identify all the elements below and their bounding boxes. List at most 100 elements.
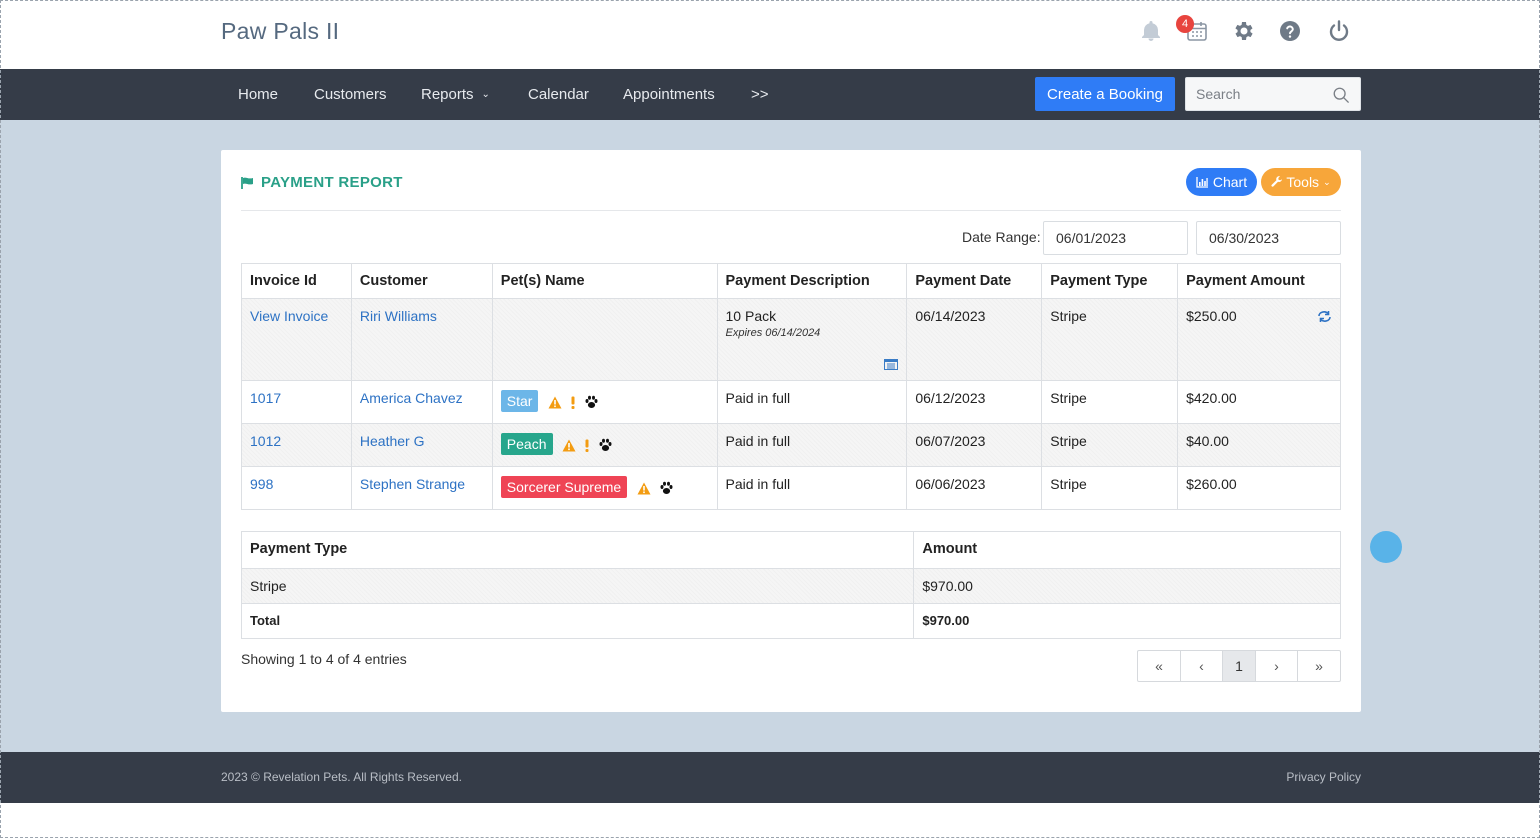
- search-icon[interactable]: [1332, 86, 1350, 104]
- page-first-button[interactable]: «: [1138, 651, 1181, 681]
- copyright-text: 2023 © Revelation Pets. All Rights Reser…: [221, 770, 462, 784]
- bell-icon[interactable]: [1136, 16, 1166, 46]
- col-payment-amount[interactable]: Payment Amount: [1177, 263, 1341, 299]
- report-card: PAYMENT REPORT Chart Tools ⌄ Date Range:…: [221, 150, 1361, 712]
- alert-icon: [571, 396, 575, 409]
- tools-button-label: Tools: [1286, 174, 1320, 190]
- pet-tag[interactable]: Star: [500, 390, 539, 412]
- customer-link[interactable]: Heather G: [360, 433, 425, 449]
- report-heading: PAYMENT REPORT: [241, 174, 403, 191]
- description-note: Expires 06/14/2024: [725, 327, 821, 339]
- nav-home[interactable]: Home: [238, 86, 278, 103]
- col-payment-date[interactable]: Payment Date: [906, 263, 1043, 299]
- app-title: Paw Pals II: [221, 18, 340, 44]
- pet-tag[interactable]: Peach: [500, 433, 553, 455]
- search-box: [1185, 77, 1361, 111]
- table-row: View Invoice Riri Williams 10 Pack Expir…: [241, 298, 1341, 381]
- pet-cell: [491, 298, 718, 381]
- flag-icon: [241, 176, 253, 189]
- paw-icon: [660, 481, 673, 495]
- nav-reports[interactable]: Reports ⌄: [421, 86, 490, 103]
- paw-icon: [599, 438, 612, 452]
- nav-calendar[interactable]: Calendar: [528, 86, 589, 103]
- invoice-link[interactable]: 998: [250, 476, 273, 492]
- document-icon[interactable]: [884, 359, 899, 370]
- refresh-icon[interactable]: [1317, 310, 1332, 323]
- page-last-button[interactable]: »: [1298, 651, 1340, 681]
- footer: 2023 © Revelation Pets. All Rights Reser…: [0, 752, 1540, 803]
- table-row: 998 Stephen Strange Sorcerer Supreme Pai…: [241, 466, 1341, 510]
- entries-info: Showing 1 to 4 of 4 entries: [241, 651, 407, 667]
- page-next-button[interactable]: ›: [1256, 651, 1298, 681]
- date-from-input[interactable]: [1043, 221, 1188, 255]
- privacy-policy-link[interactable]: Privacy Policy: [1286, 770, 1361, 784]
- warning-icon: [562, 439, 576, 452]
- top-header: Paw Pals II 4: [0, 0, 1540, 69]
- nav-more[interactable]: >>: [751, 86, 769, 103]
- date-range-label: Date Range:: [962, 229, 1041, 245]
- col-payment-description[interactable]: Payment Description: [716, 263, 908, 299]
- table-header-row: Invoice Id Customer Pet(s) Name Payment …: [241, 263, 1341, 299]
- tools-button[interactable]: Tools ⌄: [1261, 168, 1341, 196]
- payment-description: Paid in full: [716, 380, 908, 424]
- chevron-down-icon: ⌄: [1323, 176, 1331, 187]
- payment-date: 06/07/2023: [906, 423, 1043, 467]
- page-prev-button[interactable]: ‹: [1181, 651, 1223, 681]
- customer-link[interactable]: Riri Williams: [360, 308, 437, 324]
- payment-date: 06/14/2023: [906, 298, 1043, 381]
- invoice-link[interactable]: 1012: [250, 433, 281, 449]
- payment-description: 10 Pack: [725, 308, 777, 324]
- pet-tag[interactable]: Sorcerer Supreme: [500, 476, 628, 498]
- payment-date: 06/12/2023: [906, 380, 1043, 424]
- col-payment-type[interactable]: Payment Type: [1041, 263, 1179, 299]
- col-summary-amount[interactable]: Amount: [913, 531, 1341, 569]
- customer-link[interactable]: Stephen Strange: [360, 476, 465, 492]
- col-pets-name[interactable]: Pet(s) Name: [491, 263, 718, 299]
- page-1-button[interactable]: 1: [1223, 651, 1256, 681]
- report-title: PAYMENT REPORT: [261, 174, 403, 191]
- power-icon[interactable]: [1324, 16, 1354, 46]
- summary-row: Stripe $970.00: [240, 568, 1341, 604]
- col-invoice-id[interactable]: Invoice Id: [241, 263, 352, 299]
- gear-icon[interactable]: [1228, 16, 1258, 46]
- create-booking-button[interactable]: Create a Booking: [1035, 77, 1175, 111]
- payment-type: Stripe: [1041, 423, 1179, 467]
- wrench-icon: [1271, 176, 1283, 187]
- warning-icon: [548, 396, 562, 409]
- payment-description: Paid in full: [716, 466, 908, 510]
- help-icon[interactable]: [1275, 16, 1305, 46]
- col-customer[interactable]: Customer: [350, 263, 493, 299]
- search-input[interactable]: [1186, 78, 1326, 110]
- invoice-link[interactable]: View Invoice: [250, 308, 328, 324]
- payment-description: Paid in full: [716, 423, 908, 467]
- summary-amount: $970.00: [913, 568, 1341, 604]
- payment-type: Stripe: [1041, 380, 1179, 424]
- invoice-link[interactable]: 1017: [250, 390, 281, 406]
- warning-icon: [637, 482, 651, 495]
- summary-table: Payment Type Amount Stripe $970.00 Total…: [240, 531, 1341, 639]
- table-row: 1012 Heather G Peach Paid in full 06/07/…: [241, 423, 1341, 467]
- payment-type: Stripe: [1041, 298, 1179, 381]
- table-row: 1017 America Chavez Star Paid in full 06…: [241, 380, 1341, 424]
- nav-customers[interactable]: Customers: [314, 86, 387, 103]
- alert-icon: [585, 439, 589, 452]
- total-label: Total: [240, 603, 915, 639]
- col-summary-type[interactable]: Payment Type: [240, 531, 915, 569]
- total-amount: $970.00: [913, 603, 1341, 639]
- paw-icon: [585, 395, 598, 409]
- cursor-indicator: [1370, 531, 1402, 563]
- nav-appointments[interactable]: Appointments: [623, 86, 715, 103]
- bar-chart-icon: [1196, 177, 1208, 188]
- pagination: « ‹ 1 › »: [1137, 650, 1341, 682]
- payment-type: Stripe: [1041, 466, 1179, 510]
- nav-reports-label: Reports: [421, 86, 474, 103]
- payment-amount: $250.00: [1186, 308, 1237, 324]
- chart-button[interactable]: Chart: [1186, 168, 1257, 196]
- summary-type: Stripe: [240, 568, 915, 604]
- summary-total-row: Total $970.00: [240, 603, 1341, 639]
- chevron-down-icon: ⌄: [481, 89, 490, 100]
- date-to-input[interactable]: [1196, 221, 1341, 255]
- customer-link[interactable]: America Chavez: [360, 390, 463, 406]
- main-navbar: Home Customers Reports ⌄ Calendar Appoint…: [0, 69, 1540, 120]
- summary-header-row: Payment Type Amount: [240, 531, 1341, 569]
